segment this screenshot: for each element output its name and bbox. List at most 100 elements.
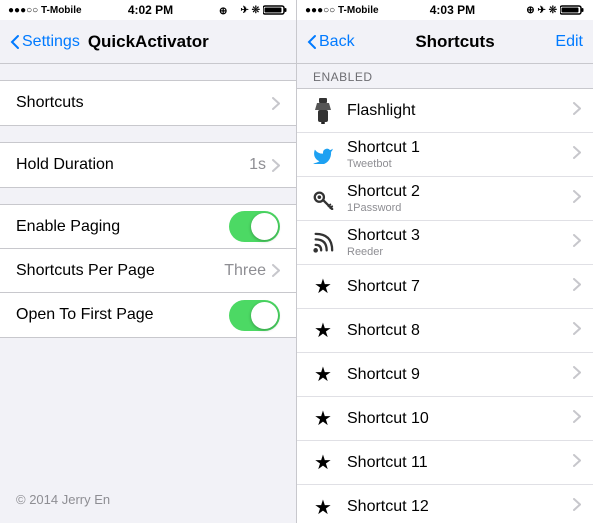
- right-time: 4:03 PM: [430, 3, 475, 17]
- right-signal: ●●●○○ T-Mobile: [305, 5, 379, 16]
- shortcut11-title: Shortcut 11: [347, 453, 573, 472]
- open-to-first-knob: [251, 302, 278, 329]
- twitter-icon: [309, 141, 337, 169]
- star8-icon: ★: [309, 317, 337, 345]
- right-battery-icons: ⊕ ✈ ❊: [526, 4, 585, 16]
- flashlight-title: Flashlight: [347, 101, 573, 120]
- shortcut8-title: Shortcut 8: [347, 321, 573, 340]
- shortcut1-chevron: [573, 146, 581, 164]
- shortcut12-title: Shortcut 12: [347, 497, 573, 516]
- shortcuts-per-page-value: Three: [224, 262, 266, 280]
- shortcut3-row[interactable]: Shortcut 3 Reeder: [297, 221, 593, 265]
- shortcut9-chevron: [573, 366, 581, 384]
- flashlight-text: Flashlight: [347, 101, 573, 120]
- shortcuts-row[interactable]: Shortcuts: [0, 81, 296, 125]
- shortcut8-text: Shortcut 8: [347, 321, 573, 340]
- left-battery-icons: ⊕ ✈ ❊: [219, 4, 288, 16]
- right-panel: ●●●○○ T-Mobile 4:03 PM ⊕ ✈ ❊ Back Shortc…: [296, 0, 593, 523]
- right-back-button[interactable]: Back: [307, 33, 355, 51]
- shortcuts-list: ENABLED Flashlight: [297, 64, 593, 523]
- shortcut3-title: Shortcut 3: [347, 226, 573, 245]
- enabled-header: ENABLED: [297, 64, 593, 88]
- star10-icon: ★: [309, 405, 337, 433]
- shortcuts-row-right: [272, 97, 280, 110]
- shortcuts-label: Shortcuts: [16, 94, 84, 112]
- left-back-button[interactable]: Settings: [10, 33, 80, 51]
- shortcut1-subtitle: Tweetbot: [347, 158, 573, 171]
- enabled-list-group: Flashlight Shortcut 1 Tweetbot: [297, 88, 593, 523]
- shortcut2-row[interactable]: Shortcut 2 1Password: [297, 177, 593, 221]
- star11-icon: ★: [309, 449, 337, 477]
- shortcut1-row[interactable]: Shortcut 1 Tweetbot: [297, 133, 593, 177]
- flashlight-icon: [309, 97, 337, 125]
- shortcuts-per-page-right: Three: [224, 262, 280, 280]
- shortcut10-text: Shortcut 10: [347, 409, 573, 428]
- edit-button[interactable]: Edit: [555, 33, 583, 51]
- hold-duration-value: 1s: [249, 156, 266, 174]
- shortcut8-row[interactable]: ★ Shortcut 8: [297, 309, 593, 353]
- key-icon: [309, 185, 337, 213]
- shortcut7-text: Shortcut 7: [347, 277, 573, 296]
- enable-paging-row: Enable Paging: [0, 205, 296, 249]
- shortcut12-chevron: [573, 498, 581, 516]
- shortcut3-subtitle: Reeder: [347, 246, 573, 259]
- shortcut1-title: Shortcut 1: [347, 138, 573, 157]
- hold-duration-label: Hold Duration: [16, 156, 114, 174]
- rss-icon: [309, 229, 337, 257]
- shortcut2-title: Shortcut 2: [347, 182, 573, 201]
- right-status-bar: ●●●○○ T-Mobile 4:03 PM ⊕ ✈ ❊: [297, 0, 593, 20]
- hold-duration-chevron: [272, 159, 280, 172]
- shortcut9-title: Shortcut 9: [347, 365, 573, 384]
- open-to-first-row: Open To First Page: [0, 293, 296, 337]
- left-status-bar: ●●●○○ T-Mobile 4:02 PM ⊕ ✈ ❊: [0, 0, 296, 20]
- right-nav-bar: Back Shortcuts Edit: [297, 20, 593, 64]
- shortcut2-subtitle: 1Password: [347, 202, 573, 215]
- shortcut8-chevron: [573, 322, 581, 340]
- shortcut1-text: Shortcut 1 Tweetbot: [347, 138, 573, 170]
- shortcuts-group: Shortcuts: [0, 80, 296, 126]
- shortcut9-text: Shortcut 9: [347, 365, 573, 384]
- shortcut2-text: Shortcut 2 1Password: [347, 182, 573, 214]
- shortcuts-per-page-row[interactable]: Shortcuts Per Page Three: [0, 249, 296, 293]
- shortcut11-text: Shortcut 11: [347, 453, 573, 472]
- footer: © 2014 Jerry En: [0, 476, 296, 523]
- shortcut12-row[interactable]: ★ Shortcut 12: [297, 485, 593, 523]
- hold-duration-row[interactable]: Hold Duration 1s: [0, 143, 296, 187]
- shortcuts-per-page-chevron: [272, 264, 280, 277]
- left-nav-bar: Settings QuickActivator: [0, 20, 296, 64]
- shortcuts-chevron: [272, 97, 280, 110]
- shortcut11-chevron: [573, 454, 581, 472]
- paging-group: Enable Paging Shortcuts Per Page Three O…: [0, 204, 296, 338]
- left-signal: ●●●○○ T-Mobile: [8, 5, 82, 16]
- shortcut9-row[interactable]: ★ Shortcut 9: [297, 353, 593, 397]
- star7-icon: ★: [309, 273, 337, 301]
- hold-duration-group: Hold Duration 1s: [0, 142, 296, 188]
- enable-paging-label: Enable Paging: [16, 218, 120, 236]
- shortcut3-chevron: [573, 234, 581, 252]
- svg-text:⊕: ⊕: [219, 6, 227, 16]
- left-time: 4:02 PM: [128, 3, 173, 17]
- enable-paging-toggle[interactable]: [229, 211, 280, 242]
- flashlight-row[interactable]: Flashlight: [297, 89, 593, 133]
- right-back-label: Back: [319, 33, 355, 51]
- enable-paging-knob: [251, 213, 278, 240]
- shortcut12-text: Shortcut 12: [347, 497, 573, 516]
- star9-icon: ★: [309, 361, 337, 389]
- shortcut3-text: Shortcut 3 Reeder: [347, 226, 573, 258]
- shortcut7-row[interactable]: ★ Shortcut 7: [297, 265, 593, 309]
- shortcut11-row[interactable]: ★ Shortcut 11: [297, 441, 593, 485]
- left-nav-title: QuickActivator: [88, 32, 209, 52]
- star12-icon: ★: [309, 493, 337, 521]
- shortcut10-chevron: [573, 410, 581, 428]
- shortcuts-per-page-label: Shortcuts Per Page: [16, 262, 155, 280]
- shortcut7-chevron: [573, 278, 581, 296]
- shortcut7-title: Shortcut 7: [347, 277, 573, 296]
- shortcut2-chevron: [573, 190, 581, 208]
- left-panel: ●●●○○ T-Mobile 4:02 PM ⊕ ✈ ❊ Settings Qu…: [0, 0, 296, 523]
- shortcut10-row[interactable]: ★ Shortcut 10: [297, 397, 593, 441]
- hold-duration-right: 1s: [249, 156, 280, 174]
- flashlight-chevron: [573, 102, 581, 120]
- left-back-label: Settings: [22, 33, 80, 51]
- open-to-first-toggle[interactable]: [229, 300, 280, 331]
- right-nav-title: Shortcuts: [415, 32, 494, 52]
